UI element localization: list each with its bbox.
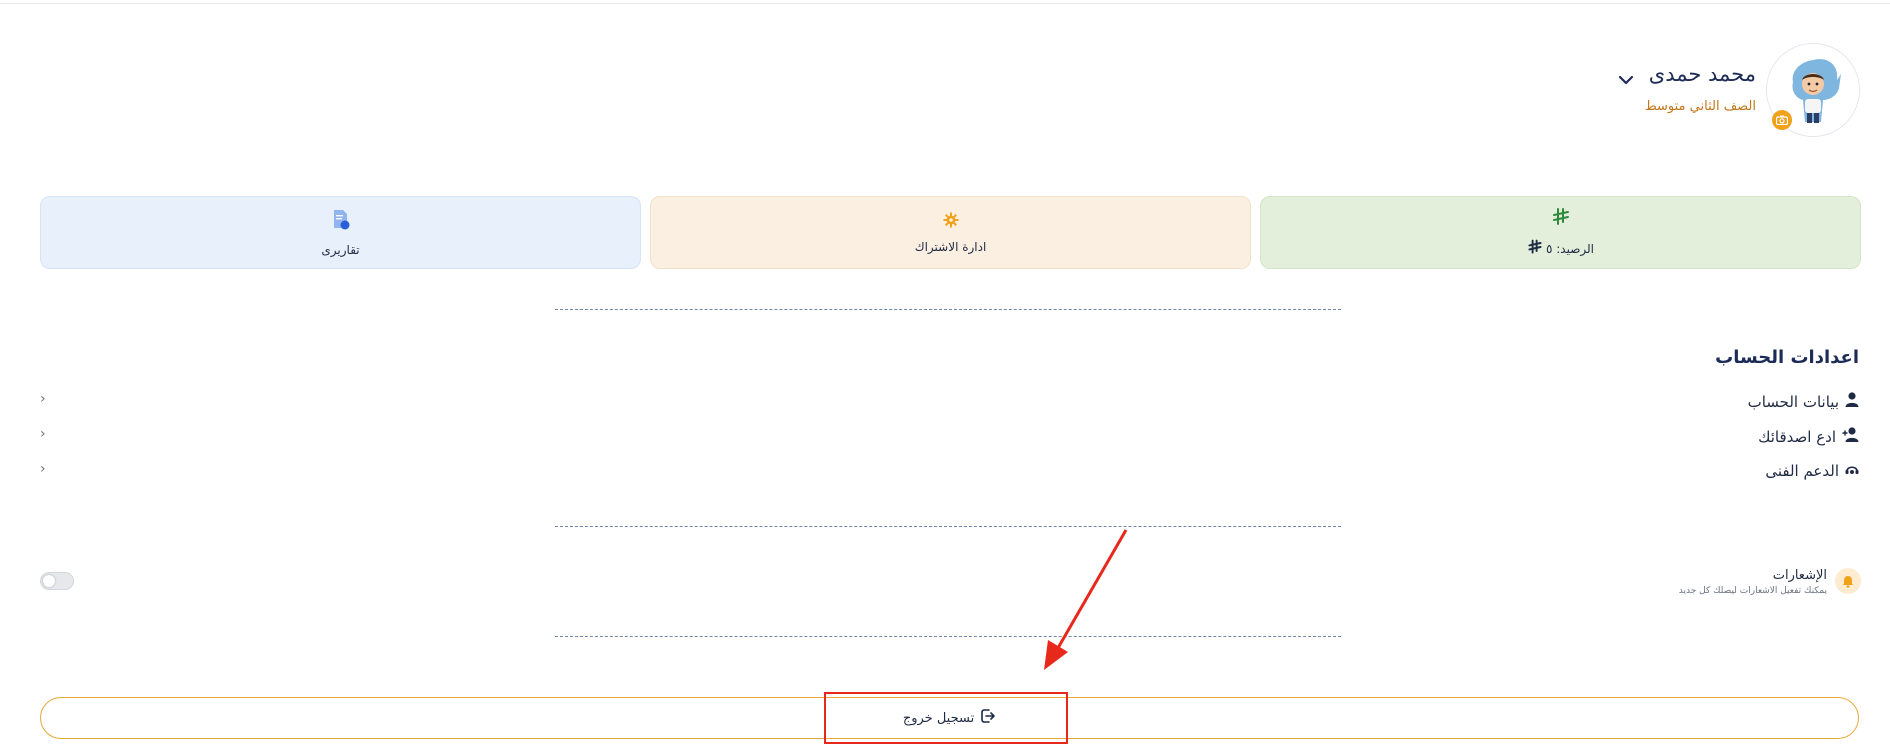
chevron-right-icon: › (40, 391, 46, 407)
reports-label: تقاريرى (321, 242, 360, 257)
gear-icon (943, 212, 959, 232)
chevron-right-icon: › (40, 461, 46, 477)
settings-item-label: بيانات الحساب (1747, 392, 1839, 411)
toggle-knob (43, 575, 55, 587)
section-divider (555, 636, 1341, 637)
notifications-toggle[interactable] (40, 572, 74, 590)
report-icon (331, 209, 351, 235)
notifications-subtitle: يمكنك تفعيل الاشعارات ليصلك كل جديد (1678, 586, 1827, 596)
settings-item-account-data[interactable]: بيانات الحساب › (40, 390, 1859, 414)
bell-icon (1835, 568, 1861, 594)
account-settings-title: اعدادات الحساب (1715, 347, 1859, 368)
headset-icon (1845, 462, 1859, 480)
riyal-icon (1551, 207, 1571, 231)
balance-label: الرصيد: ٥ (1545, 241, 1595, 256)
notifications-title: الإشعارات (1772, 568, 1827, 583)
user-plus-icon (1842, 427, 1859, 446)
camera-icon[interactable] (1772, 110, 1792, 130)
settings-item-invite-friends[interactable]: ادع اصدقائك › (40, 425, 1859, 449)
subscription-card[interactable]: ادارة الاشتراك (650, 196, 1251, 269)
chevron-right-icon: › (40, 426, 46, 442)
profile-name: محمد حمدى (1648, 62, 1756, 86)
annotation-highlight-box (824, 692, 1068, 744)
settings-item-label: ادع اصدقائك (1758, 427, 1836, 446)
reports-card[interactable]: تقاريرى (40, 196, 641, 269)
section-divider (555, 309, 1341, 310)
balance-card[interactable]: الرصيد: ٥ (1260, 196, 1861, 269)
riyal-icon (1527, 239, 1543, 258)
settings-item-label: الدعم الفنى (1765, 462, 1839, 480)
user-icon (1845, 392, 1859, 411)
section-divider (555, 526, 1341, 527)
profile-grade: الصف الثاني متوسط (1644, 99, 1756, 114)
chevron-down-icon[interactable] (1616, 72, 1636, 88)
subscription-label: ادارة الاشتراك (914, 239, 987, 254)
settings-item-support[interactable]: الدعم الفنى › (40, 460, 1859, 484)
top-divider (0, 3, 1890, 4)
